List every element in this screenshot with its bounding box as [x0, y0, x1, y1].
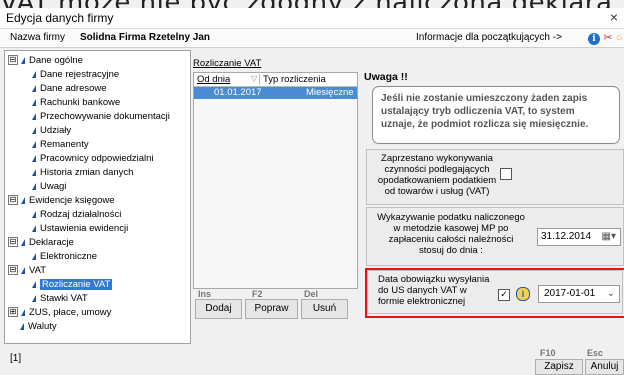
item-icon: [32, 168, 36, 176]
folder-icon: [21, 238, 25, 246]
calendar-dropdown-icon[interactable]: ▦▾: [602, 229, 616, 245]
item-icon: [32, 280, 36, 288]
tree-node-pracownicy[interactable]: Pracownicy odpowiedzialni: [32, 152, 154, 165]
window-titlebar: Edycja danych firmy ×: [0, 8, 624, 29]
item-icon: [32, 126, 36, 134]
firm-name: Solidna Firma Rzetelny Jan: [80, 32, 211, 43]
tree-node-dane-adresowe[interactable]: Dane adresowe: [32, 82, 107, 95]
tree-node-remanenty[interactable]: Remanenty: [32, 138, 89, 151]
tree-node-zus[interactable]: ⊞ ZUS, płace, umowy: [8, 306, 111, 319]
item-icon: [32, 140, 36, 148]
item-icon: [32, 294, 36, 302]
item-icon: [32, 210, 36, 218]
cessation-checkbox[interactable]: [500, 168, 512, 180]
delete-button[interactable]: Usuń: [301, 299, 348, 319]
collapse-icon[interactable]: ⊟: [8, 195, 18, 206]
cash-method-date-field[interactable]: 31.12.2014 ▦▾: [537, 228, 621, 246]
hotkey-esc: Esc: [587, 348, 604, 358]
save-button[interactable]: Zapisz: [535, 359, 583, 375]
status-indicator: [1]: [10, 353, 22, 364]
cessation-label: Zaprzestano wykonywania czynności podleg…: [377, 153, 497, 197]
highlight-frame: [365, 268, 624, 318]
hotkey-ins: Ins: [198, 289, 212, 299]
tree-node-historia[interactable]: Historia zmian danych: [32, 166, 133, 179]
item-icon: [20, 322, 24, 330]
column-header-od-dnia[interactable]: Od dnia: [197, 74, 230, 85]
tree-node-vat[interactable]: ⊟ VAT: [8, 264, 46, 277]
notice-box: Jeśli nie zostanie umieszczony żaden zap…: [372, 86, 620, 144]
tree-node-dane-rejestracyjne[interactable]: Dane rejestracyjne: [32, 68, 119, 81]
cash-method-label: Wykazywanie podatku naliczonego w metodz…: [377, 212, 525, 256]
section-title: Rozliczanie VAT: [193, 58, 262, 69]
notice-title: Uwaga !!: [364, 71, 408, 83]
tree-node-elektroniczne[interactable]: Elektroniczne: [32, 250, 97, 263]
hotkey-f10: F10: [540, 348, 556, 358]
tree-node-ustawienia[interactable]: Ustawienia ewidencji: [32, 222, 128, 235]
item-icon: [32, 252, 36, 260]
close-icon[interactable]: ×: [610, 9, 618, 25]
collapse-icon[interactable]: ⊟: [8, 237, 18, 248]
tree-node-deklaracje[interactable]: ⊟ Deklaracje: [8, 236, 74, 249]
folder-icon: [21, 56, 25, 64]
tree-node-ewidencje[interactable]: ⊟ Ewidencje księgowe: [8, 194, 115, 207]
hotkey-del: Del: [304, 289, 319, 299]
folder-icon: [21, 196, 25, 204]
item-icon: [32, 154, 36, 162]
cessation-group: Zaprzestano wykonywania czynności podleg…: [366, 149, 624, 205]
firm-name-label: Nazwa firmy: [10, 32, 66, 43]
firm-header: Nazwa firmy Solidna Firma Rzetelny Jan I…: [0, 29, 624, 48]
item-icon: [32, 182, 36, 190]
navigation-tree: ⊟ Dane ogólne Dane rejestracyjne Dane adr…: [4, 50, 191, 344]
tree-node-dane-ogolne[interactable]: ⊟ Dane ogólne: [8, 54, 83, 67]
edit-button[interactable]: Popraw: [245, 299, 298, 319]
tree-node-rachunki-bankowe[interactable]: Rachunki bankowe: [32, 96, 120, 109]
window-title: Edycja danych firmy: [6, 11, 114, 25]
tree-node-stawki-vat[interactable]: Stawki VAT: [32, 292, 88, 305]
item-icon: [32, 224, 36, 232]
cancel-button[interactable]: Anuluj: [585, 359, 624, 375]
scissors-icon[interactable]: ✂: [603, 32, 612, 44]
item-icon: [32, 98, 36, 106]
folder-icon: [21, 308, 25, 316]
tree-node-rozliczanie-vat[interactable]: Rozliczanie VAT: [32, 278, 113, 291]
tree-node-waluty[interactable]: Waluty: [20, 320, 57, 333]
table-row[interactable]: 01.01.2017 Miesięczne: [194, 87, 357, 99]
vat-settlement-grid: Od dnia ▽ Typ rozliczenia 01.01.2017 Mie…: [193, 72, 358, 289]
tree-node-uwagi[interactable]: Uwagi: [32, 180, 66, 193]
item-icon: [32, 84, 36, 92]
cash-method-group: Wykazywanie podatku naliczonego w metodz…: [366, 207, 624, 266]
folder-icon: [21, 266, 25, 274]
tree-node-rodzaj[interactable]: Rodzaj działalności: [32, 208, 121, 221]
item-icon: [32, 112, 36, 120]
circle-icon[interactable]: ○: [616, 32, 623, 44]
tree-node-przechowywanie[interactable]: Przechowywanie dokumentacji: [32, 110, 170, 123]
add-button[interactable]: Dodaj: [195, 299, 242, 319]
column-header-typ[interactable]: Typ rozliczenia: [259, 74, 326, 85]
sort-icon[interactable]: ▽: [251, 74, 257, 83]
collapse-icon[interactable]: ⊟: [8, 265, 18, 276]
item-icon: [32, 70, 36, 78]
expand-icon[interactable]: ⊞: [8, 307, 18, 318]
collapse-icon[interactable]: ⊟: [8, 55, 18, 66]
info-icon[interactable]: i: [588, 33, 600, 45]
help-link[interactable]: Informacje dla początkujących ->: [416, 32, 562, 43]
grid-header: Od dnia ▽ Typ rozliczenia: [194, 73, 357, 87]
notice-text: Jeśli nie zostanie umieszczony żaden zap…: [381, 93, 589, 130]
hotkey-f2: F2: [252, 289, 263, 299]
tree-node-udzialy[interactable]: Udziały: [32, 124, 71, 137]
